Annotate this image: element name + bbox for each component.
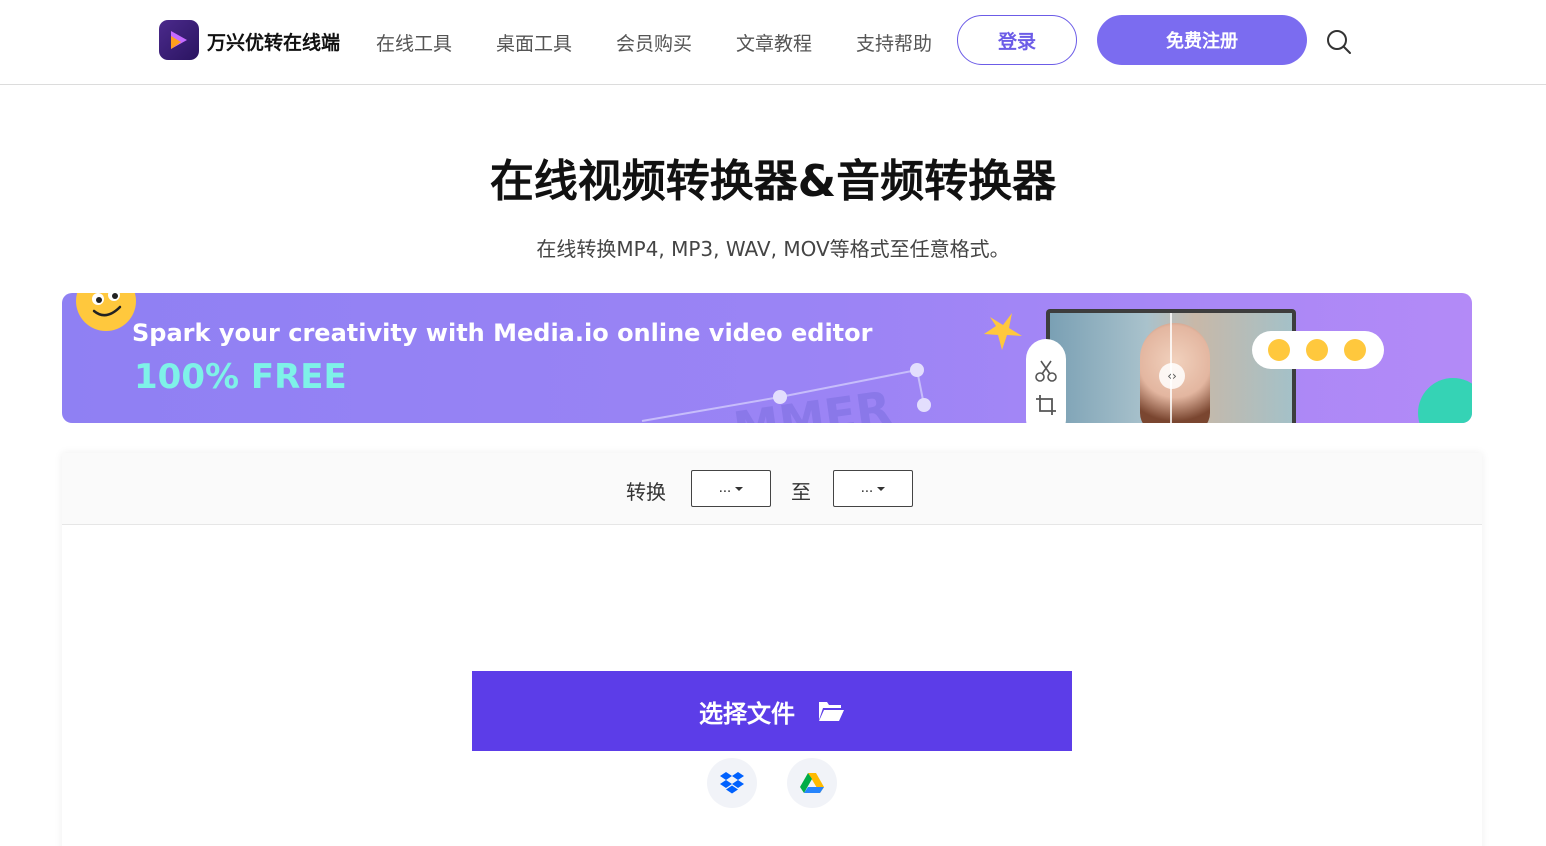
convert-label: 转换 [626, 480, 666, 504]
target-format-select[interactable]: ... [833, 470, 913, 507]
google-drive-button[interactable] [787, 758, 837, 808]
source-format-select[interactable]: ... [691, 470, 771, 507]
banner-headline: Spark your creativity with Media.io onli… [132, 319, 873, 347]
top-header: 万兴优转在线端 在线工具 桌面工具 会员购买 文章教程 支持帮助 登录 免费注册 [0, 0, 1546, 85]
nav-support[interactable]: 支持帮助 [856, 29, 932, 56]
converter-panel: 转换 ... 至 ... 选择文件 [62, 453, 1482, 846]
converter-toolbar: 转换 ... 至 ... [62, 453, 1482, 525]
promo-banner[interactable]: MMER Spark your creativity with Media.io… [62, 293, 1472, 423]
dropbox-icon [720, 772, 744, 794]
monitor-illustration: ‹› [1046, 309, 1296, 423]
smiley-icon [76, 293, 136, 331]
to-label: 至 [791, 480, 811, 504]
signup-button[interactable]: 免费注册 [1097, 15, 1307, 65]
editor-tools-pill [1026, 339, 1066, 423]
emoji-icon [1268, 339, 1290, 361]
target-format-value: ... [860, 481, 874, 496]
compare-slider-icon: ‹› [1159, 363, 1185, 389]
scissors-icon [1035, 360, 1057, 382]
emoji-icon [1344, 339, 1366, 361]
source-format-value: ... [718, 481, 732, 496]
nav-membership[interactable]: 会员购买 [616, 29, 692, 56]
nav-desktop-tools[interactable]: 桌面工具 [496, 29, 572, 56]
choose-file-button[interactable]: 选择文件 [472, 671, 1072, 751]
page-title: 在线视频转换器&音频转换器 [489, 156, 1057, 207]
search-icon[interactable] [1326, 29, 1352, 55]
chevron-down-icon [735, 486, 744, 491]
brand-name[interactable]: 万兴优转在线端 [207, 28, 340, 55]
emoji-icon [1306, 339, 1328, 361]
google-drive-icon [800, 773, 824, 793]
banner-deco-text: MMER [730, 381, 894, 423]
crop-icon [1036, 395, 1056, 415]
logo-icon[interactable] [159, 20, 199, 60]
nav-online-tools[interactable]: 在线工具 [376, 29, 452, 56]
folder-icon [819, 702, 844, 721]
chevron-down-icon [877, 486, 886, 491]
nav-tutorials[interactable]: 文章教程 [736, 29, 812, 56]
page-subtitle: 在线转换MP4, MP3, WAV, MOV等格式至任意格式。 [536, 237, 1010, 261]
login-button[interactable]: 登录 [957, 15, 1077, 65]
banner-free-label: 100% FREE [134, 357, 347, 397]
choose-file-label: 选择文件 [699, 699, 795, 728]
dropbox-button[interactable] [707, 758, 757, 808]
reaction-pill [1252, 331, 1384, 369]
